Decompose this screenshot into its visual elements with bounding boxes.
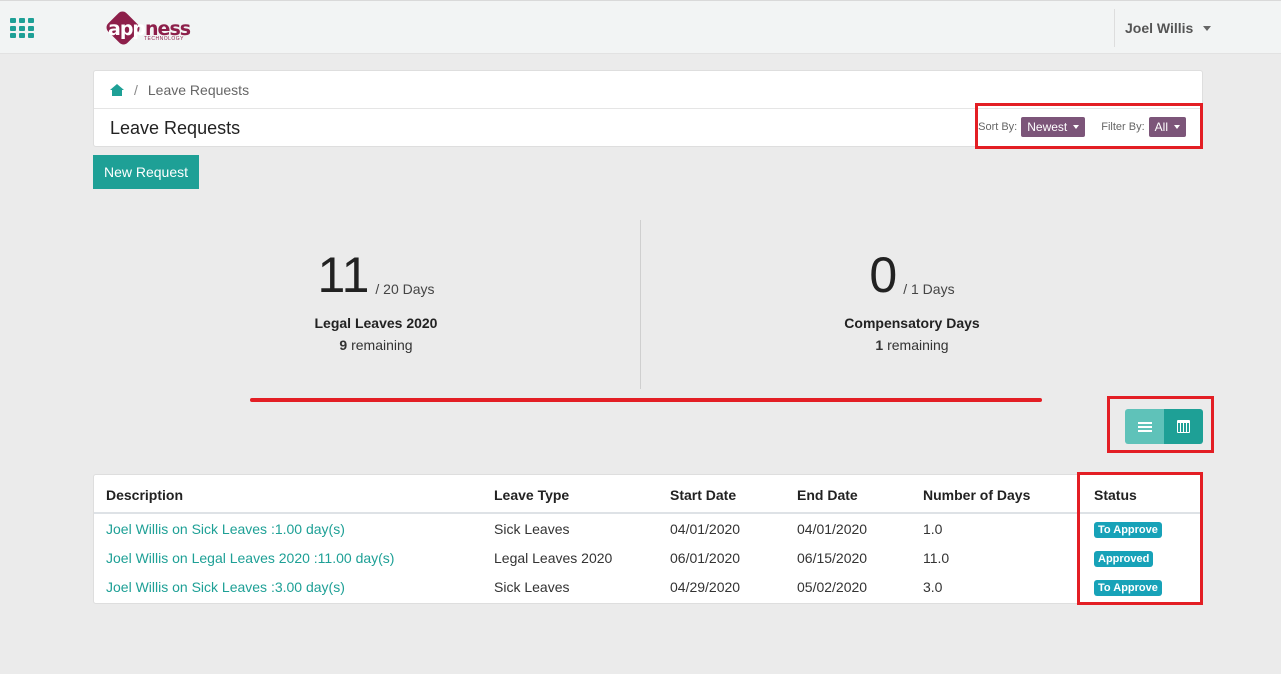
table-header: Description Leave Type Start Date End Da…	[94, 475, 1202, 514]
days-total: / 20 Days	[375, 281, 435, 297]
legal-leaves-stat: 11 / 20 Days Legal Leaves 2020 9 remaini…	[226, 250, 526, 353]
stat-remaining: 9 remaining	[339, 337, 413, 353]
stat-remaining: 1 remaining	[875, 337, 949, 353]
compensatory-days-stat: 0 / 1 Days Compensatory Days 1 remaining	[762, 250, 1062, 353]
user-menu[interactable]: Joel Willis	[1114, 9, 1221, 47]
row-leave-type: Sick Leaves	[494, 579, 570, 595]
table-row[interactable]: Joel Willis on Legal Leaves 2020 :11.00 …	[94, 543, 1202, 572]
row-start-date: 06/01/2020	[670, 550, 741, 566]
annotation-box-status	[1077, 472, 1203, 605]
row-start-date: 04/29/2020	[670, 579, 741, 595]
annotation-box-view-toggle	[1107, 396, 1214, 453]
col-number-of-days[interactable]: Number of Days	[923, 487, 1030, 503]
stat-label: Compensatory Days	[844, 315, 980, 331]
days-taken: 0	[869, 247, 898, 303]
annotation-box-sort-filter	[975, 103, 1203, 149]
row-start-date: 04/01/2020	[670, 521, 741, 537]
table-row[interactable]: Joel Willis on Sick Leaves :1.00 day(s) …	[94, 514, 1202, 543]
row-days: 1.0	[923, 521, 943, 537]
stat-divider	[640, 220, 641, 389]
new-request-button[interactable]: New Request	[93, 155, 199, 189]
col-start-date[interactable]: Start Date	[670, 487, 736, 503]
row-description-link[interactable]: Joel Willis on Sick Leaves :3.00 day(s)	[106, 579, 345, 595]
row-end-date: 05/02/2020	[797, 579, 868, 595]
apps-grid-icon[interactable]	[10, 18, 35, 39]
col-end-date[interactable]: End Date	[797, 487, 858, 503]
row-leave-type: Sick Leaves	[494, 521, 570, 537]
table-row[interactable]: Joel Willis on Sick Leaves :3.00 day(s) …	[94, 572, 1202, 601]
col-leave-type[interactable]: Leave Type	[494, 487, 569, 503]
stat-label: Legal Leaves 2020	[314, 315, 438, 331]
chevron-down-icon	[1203, 25, 1212, 31]
breadcrumb-current: Leave Requests	[147, 81, 250, 98]
row-end-date: 04/01/2020	[797, 521, 868, 537]
home-icon[interactable]	[110, 83, 124, 96]
row-description-link[interactable]: Joel Willis on Sick Leaves :1.00 day(s)	[106, 521, 345, 537]
company-logo[interactable]: appness TECHNOLOGY	[104, 9, 194, 47]
row-end-date: 06/15/2020	[797, 550, 868, 566]
row-description-link[interactable]: Joel Willis on Legal Leaves 2020 :11.00 …	[106, 550, 394, 566]
user-name: Joel Willis	[1125, 20, 1194, 36]
days-total: / 1 Days	[903, 281, 955, 297]
days-taken: 11	[317, 247, 370, 303]
leave-requests-table: Description Leave Type Start Date End Da…	[93, 474, 1203, 604]
annotation-underline	[250, 398, 1042, 402]
page-title: Leave Requests	[110, 117, 241, 138]
row-days: 3.0	[923, 579, 943, 595]
row-days: 11.0	[923, 550, 950, 566]
col-description[interactable]: Description	[106, 487, 183, 503]
row-leave-type: Legal Leaves 2020	[494, 550, 613, 566]
top-navbar: appness TECHNOLOGY Joel Willis	[0, 0, 1281, 54]
